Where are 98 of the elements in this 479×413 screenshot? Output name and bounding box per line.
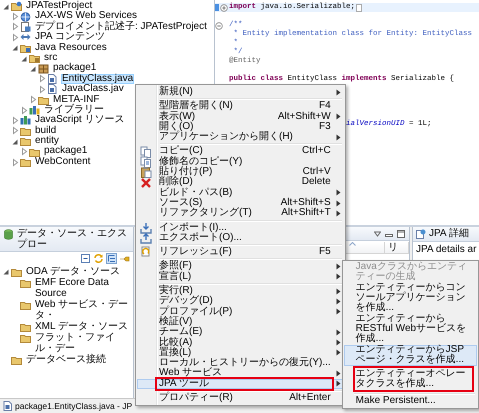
menu-item[interactable]: コピー(C) Ctrl+C [137,146,344,157]
menu-item[interactable]: チーム(E) [137,327,344,338]
panel-title: データ・ソース・エクスプロー [17,228,128,250]
status-text: package1.EntityClass.java - JP [15,401,132,411]
package-icon [38,64,49,74]
collapse-all-icon[interactable] [80,253,91,264]
folder-icon [20,136,31,146]
folder-icon [20,332,31,342]
file-icon [47,84,58,94]
tree-item[interactable]: META-INF [52,94,100,105]
folder-icon [20,42,31,53]
menu-item[interactable]: ソース(S) Alt+Shift+S [137,198,344,208]
menu-item[interactable]: 実行(R) [137,286,344,296]
folder-icon [11,354,22,364]
export-icon [140,232,152,244]
tree-item[interactable]: デプロイメント記述子: JPATestProject [34,22,208,32]
tree-item[interactable]: ODA データ・ソース [25,266,121,277]
tree-item[interactable]: Web サービス・データ・ [34,299,133,321]
tree-arrow-icon[interactable] [11,43,19,52]
menu-item[interactable]: ローカル・ヒストリーからの復元(Y)... [137,358,344,368]
tree-item[interactable]: EntityClass.java [61,74,134,84]
menu-item[interactable]: インポート(I)... [137,222,344,233]
menu-item[interactable]: 宣言(L) [137,272,344,282]
menu-item[interactable]: ビルド・パス(B) [137,188,344,198]
document-icon [20,22,31,32]
folder-icon [20,278,31,288]
tree-item[interactable]: JPA コンテンツ [34,32,106,43]
folder-icon [38,94,49,105]
menu-item[interactable]: リファクタリング(T) Alt+Shift+T [137,208,344,219]
folder-icon [20,322,31,332]
double-arrow-icon [20,32,31,42]
tree-item[interactable]: src [43,52,58,64]
tree-view-icon[interactable] [106,253,117,264]
tree-item[interactable]: フラット・ファイル・デー [34,332,133,354]
menu-item[interactable]: エンティティーからRESTful Webサービスを作成... [344,314,477,345]
tree-item[interactable]: JAX-WS Web Services [34,11,138,22]
column-header[interactable]: リ [385,242,409,253]
menu-item[interactable]: 削除(D) Delete [137,177,344,188]
folder-icon [29,53,40,64]
tree-item[interactable]: ライブラリー [43,104,105,116]
menu-item[interactable]: プロパティー(R) Alt+Enter [137,393,344,404]
menu-item[interactable]: エンティティーオペレータクラスを作成... [344,366,477,392]
menu-item[interactable]: アプリケーションから開く(H) [137,132,344,142]
import-icon [140,222,152,234]
tree-item[interactable]: EMF Ecore Data Source [34,277,133,299]
tree-item[interactable]: JavaClass.jav [61,84,125,95]
clipboard-icon [140,166,152,178]
menu-item[interactable]: JPA ツール [137,378,344,390]
documents-icon [140,156,152,168]
menu-item[interactable]: エンティティーからJSPページ・クラスを作成... [344,344,477,366]
panel-text: JPA details ar [415,243,478,257]
project-folder-icon [11,1,22,12]
tree-item[interactable]: データベース接続 [25,354,107,365]
file-icon [3,401,12,411]
menu-item[interactable]: 参照(F) [137,261,344,272]
menu-item[interactable]: 新規(N) [137,87,344,98]
books-icon [20,115,31,126]
menu-item[interactable]: デバッグ(D) [137,296,344,307]
tree-item[interactable]: Java Resources [34,42,108,53]
menu-item[interactable]: エクスポート(O)... [137,232,344,244]
menu-item[interactable]: リフレッシュ(F) F5 [137,247,344,258]
file-icon [47,74,58,84]
tree-item[interactable]: XML データ・ソース [34,321,129,332]
folder-icon [20,126,31,136]
folder-icon [11,266,22,276]
tree-item[interactable]: WebContent [34,156,92,168]
refresh-icon [140,246,152,258]
plus-circle-icon[interactable] [220,4,228,12]
maximize-icon[interactable] [397,230,405,238]
menu-item[interactable]: 検証(V) [137,316,344,328]
menu-item[interactable]: プロファイル(P) [137,306,344,317]
menu-item[interactable]: 型階層を開く(N) F4 [137,101,344,112]
view-menu-icon[interactable] [374,230,381,236]
tree-item[interactable]: JavaScript リソース [34,115,126,126]
menu-item[interactable]: Web サービス [137,368,344,379]
folder-icon [20,300,31,310]
tree-item[interactable]: entity [34,136,60,146]
database-icon [3,228,14,240]
folder-icon [29,146,40,157]
tree-item[interactable]: JPATestProject [25,1,94,12]
tree-item[interactable]: package1 [43,146,88,157]
details-icon [416,228,426,238]
menu-item[interactable]: 置換(L) [137,348,344,358]
folded-code-icon [356,4,362,12]
tree-item[interactable]: package1 [52,63,98,74]
books-icon [29,105,40,116]
copy-icon [140,146,152,158]
menu-item[interactable]: エンティティーからコンソールアプリケーションを作成... [344,282,477,314]
panel-title: JPA 詳細 [429,228,469,239]
menu-item[interactable]: 表示(W) Alt+Shift+W [137,112,344,122]
menu-item[interactable]: Make Persistent... [344,396,477,407]
tree-item[interactable]: build [34,126,58,136]
folder-icon [20,157,31,168]
tree-arrow-icon[interactable] [29,64,37,74]
globe-icon [20,12,31,22]
menu-item[interactable]: 比較(A) [137,338,344,348]
minus-circle-icon[interactable] [215,22,223,30]
delete-icon [140,176,152,189]
